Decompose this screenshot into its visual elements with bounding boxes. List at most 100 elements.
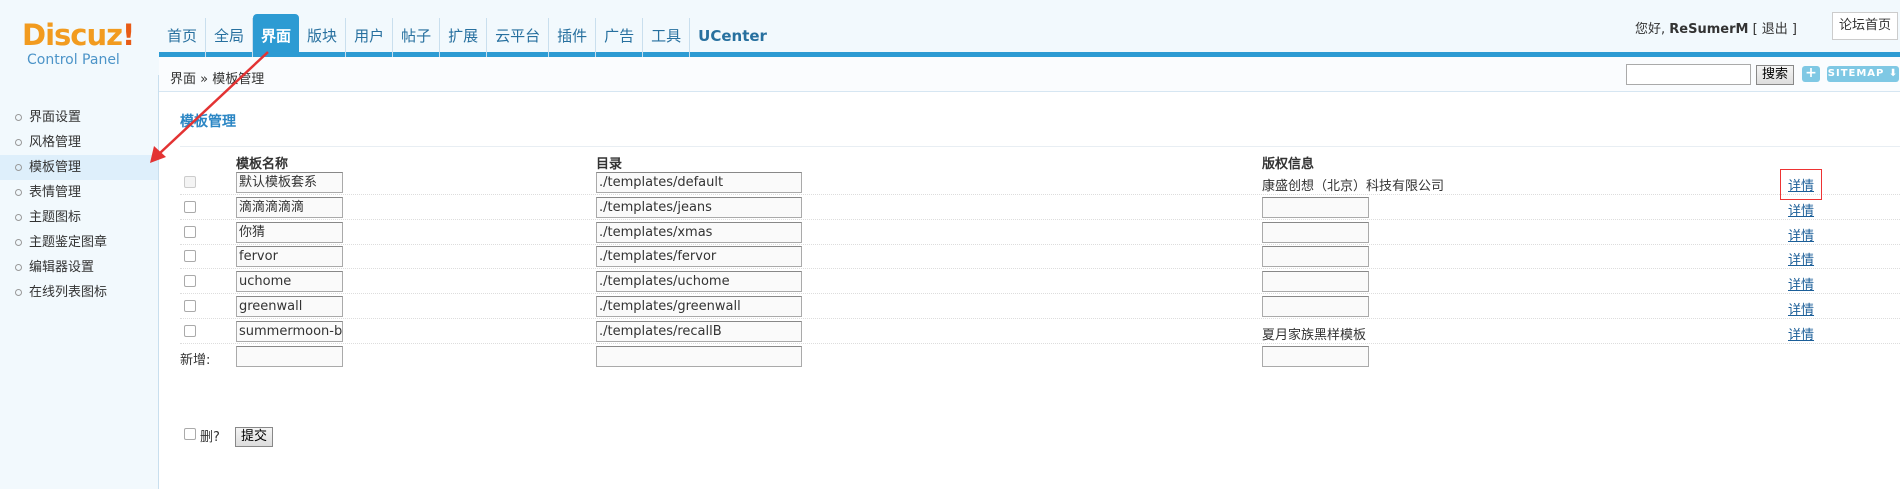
new-dir-input[interactable] (596, 345, 802, 367)
logo: Discuz! Control Panel (0, 0, 159, 75)
template-name-input[interactable]: 滴滴滴滴滴 (236, 196, 343, 218)
detail-link[interactable]: 详情 (1788, 249, 1814, 268)
template-name-input[interactable]: greenwall (236, 296, 343, 317)
bullet-icon (15, 164, 22, 171)
section-title: 模板管理 (180, 114, 236, 130)
table-row: 滴滴滴滴滴 ./templates/jeans 详情 (180, 195, 1900, 220)
row-checkbox[interactable] (184, 200, 196, 213)
sitemap-button[interactable]: SITEMAP ⬇ (1827, 66, 1899, 82)
copyright-input[interactable] (1262, 246, 1369, 268)
table-row: 你猜 ./templates/xmas 详情 (180, 220, 1900, 245)
bullet-icon (15, 139, 22, 146)
sidebar-menu: 界面设置风格管理模板管理表情管理主题图标主题鉴定图章 编辑器设置在线列表图标 (0, 75, 158, 305)
sidebar-item-label: 界面设置 (29, 110, 82, 125)
nav-item-8[interactable]: 插件 (549, 18, 597, 57)
username: ReSumerM (1669, 22, 1749, 37)
nav-item-3[interactable]: 版块 (299, 18, 347, 57)
sidebar-item-label: 表情管理 (29, 185, 82, 200)
bullet-icon (15, 214, 22, 221)
row-checkbox[interactable] (184, 225, 196, 238)
nav-item-10[interactable]: 工具 (643, 18, 691, 57)
search-input[interactable] (1626, 64, 1751, 85)
sidebar-item-3[interactable]: 表情管理 (0, 180, 158, 205)
template-dir-input[interactable]: ./templates/uchome (596, 271, 802, 293)
delete-checkbox[interactable] (184, 428, 196, 440)
bullet-icon (15, 264, 22, 271)
table-row: summermoon-bl ./templates/recallB 夏月家族黑样模板… (180, 319, 1900, 344)
sidebar-item-label: 在线列表图标 (29, 285, 108, 300)
template-dir-input[interactable]: ./templates/greenwall (596, 296, 802, 317)
breadcrumb: 界面 » 模板管理 (170, 72, 265, 87)
detail-link[interactable]: 详情 (1788, 299, 1814, 318)
template-name-input[interactable]: uchome (236, 271, 343, 293)
template-dir-input[interactable]: ./templates/jeans (596, 196, 802, 218)
sidebar-item-0[interactable]: 界面设置 (0, 105, 158, 130)
sidebar-item-label: 编辑器设置 (29, 260, 95, 275)
template-dir-input[interactable]: ./templates/recallB (596, 320, 802, 342)
greeting: 您好, (1635, 22, 1666, 37)
bullet-icon (15, 239, 22, 246)
copyright-input[interactable] (1262, 271, 1369, 293)
add-shortcut-button[interactable]: + (1802, 66, 1820, 82)
sidebar: 界面设置风格管理模板管理表情管理主题图标主题鉴定图章 编辑器设置在线列表图标 (0, 75, 159, 489)
detail-link[interactable]: 详情 (1788, 225, 1814, 244)
bullet-icon (15, 114, 22, 121)
main-content: 模板管理 模板名称 目录 版权信息 默认模板套系 ./templates/defa… (160, 93, 1900, 489)
copyright-text: 夏月家族黑样模板 (1262, 327, 1367, 343)
nav-item-0[interactable]: 首页 (159, 18, 207, 57)
sidebar-item-7[interactable]: 在线列表图标 (0, 280, 158, 305)
copyright-input[interactable] (1262, 296, 1369, 317)
row-checkbox[interactable] (184, 250, 196, 263)
search-button[interactable]: 搜索 (1756, 65, 1795, 85)
divider (180, 146, 1900, 147)
template-name-input[interactable]: fervor (236, 246, 343, 268)
bullet-icon (15, 189, 22, 196)
copyright-input[interactable] (1262, 196, 1369, 218)
template-name-input[interactable]: 你猜 (236, 221, 343, 243)
nav-item-6[interactable]: 扩展 (440, 18, 488, 57)
row-checkbox[interactable] (184, 300, 196, 312)
detail-link[interactable]: 详情 (1788, 274, 1814, 293)
copyright-text: 康盛创想（北京）科技有限公司 (1262, 179, 1445, 194)
nav-item-5[interactable]: 帖子 (393, 18, 441, 57)
submit-button[interactable]: 提交 (235, 427, 274, 447)
main-nav: 首页 全局 界面 版块 用户 帖子 扩展 云平台 插件 广告 工具 UCenter (159, 14, 775, 57)
new-name-input[interactable] (236, 345, 343, 367)
forum-home-button[interactable]: 论坛首页 (1831, 12, 1898, 40)
sidebar-item-2[interactable]: 模板管理 (0, 155, 158, 180)
logo-text: Discuz! (22, 18, 135, 52)
sidebar-item-label: 风格管理 (29, 135, 82, 150)
nav-item-4[interactable]: 用户 (346, 18, 394, 57)
row-checkbox (184, 176, 196, 188)
nav-item-2[interactable]: 界面 (253, 14, 300, 57)
template-dir-input[interactable]: ./templates/xmas (596, 221, 802, 243)
sidebar-item-1[interactable]: 风格管理 (0, 130, 158, 155)
delete-label: 删? (200, 430, 220, 445)
logout-link[interactable]: [ 退出 ] (1753, 22, 1797, 37)
sidebar-item-4[interactable]: 主题图标 (0, 205, 158, 230)
template-dir-input[interactable]: ./templates/default (596, 172, 802, 193)
table-row: fervor ./templates/fervor 详情 (180, 244, 1900, 270)
row-checkbox[interactable] (184, 324, 196, 337)
sidebar-item-label: 模板管理 (29, 160, 82, 175)
nav-item-7[interactable]: 云平台 (487, 18, 550, 57)
table-row: uchome ./templates/uchome 详情 (180, 269, 1900, 295)
template-name-input[interactable]: summermoon-bl (236, 320, 343, 342)
nav-item-9[interactable]: 广告 (596, 18, 644, 57)
sidebar-item-6[interactable]: 编辑器设置 (0, 255, 158, 280)
template-name-input[interactable]: 默认模板套系 (236, 172, 343, 193)
detail-link[interactable]: 详情 (1788, 324, 1814, 343)
sidebar-item-label: 主题图标 (29, 210, 82, 225)
detail-link[interactable]: 详情 (1788, 200, 1814, 219)
template-dir-input[interactable]: ./templates/fervor (596, 246, 802, 268)
copyright-input[interactable] (1262, 221, 1369, 243)
sidebar-item-label: 主题鉴定图章 (29, 235, 108, 250)
nav-item-11[interactable]: UCenter (690, 18, 775, 57)
detail-link[interactable]: 详情 (1779, 169, 1823, 200)
user-info: 您好, ReSumerM [ 退出 ] (1635, 18, 1797, 37)
nav-item-1[interactable]: 全局 (206, 18, 254, 57)
row-checkbox[interactable] (184, 275, 196, 288)
sidebar-item-5[interactable]: 主题鉴定图章 (0, 230, 158, 255)
new-copyright-input[interactable] (1262, 345, 1369, 367)
table-row: 默认模板套系 ./templates/default 康盛创想（北京）科技有限公司 详… (180, 169, 1900, 200)
